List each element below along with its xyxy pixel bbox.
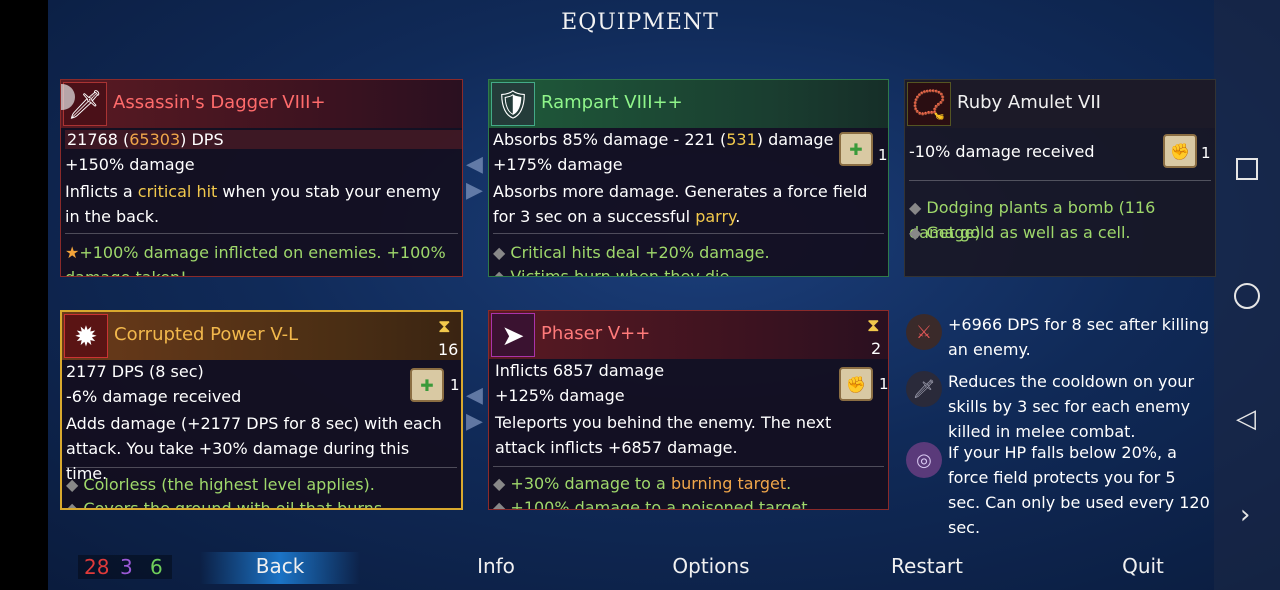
shield-affix-1: ◆ Critical hits deal +20% damage. <box>493 243 770 262</box>
home-icon[interactable] <box>1234 283 1260 309</box>
recent-apps-icon[interactable] <box>1236 158 1258 180</box>
mutation-text: If your HP falls below 20%, a force fiel… <box>948 443 1210 537</box>
skill-affix-2: ◆ +100% damage to a poisoned target. <box>493 498 813 510</box>
survival-scroll-icon: ✚ <box>839 132 873 166</box>
shield-name: Rampart VIII++ <box>541 92 683 113</box>
scroll-count: 1 <box>879 375 889 393</box>
scroll-counters: 28 3 6 <box>78 555 172 579</box>
options-button[interactable]: Options <box>656 554 766 578</box>
corrupted-power-icon: ✹ <box>64 314 108 358</box>
link-arrow-left-icon: ◀ <box>466 383 483 408</box>
skill-2-card[interactable]: ➤ Phaser V++ ⧗ 2 Inflicts 6857 damage +1… <box>488 310 889 510</box>
scroll-count: 1 <box>1201 144 1211 162</box>
info-button[interactable]: Info <box>446 554 546 578</box>
divider <box>65 233 458 234</box>
brutality-count: 28 <box>84 555 110 579</box>
shield-icon: 🛡 <box>491 82 535 126</box>
skill-name: Corrupted Power V-L <box>114 324 299 345</box>
quit-button[interactable]: Quit <box>1093 554 1193 578</box>
cooldown-count: 2 <box>871 339 882 358</box>
link-arrow-right-icon: ▶ <box>466 409 483 434</box>
tactics-count: 3 <box>120 555 133 579</box>
restart-button[interactable]: Restart <box>872 554 982 578</box>
phaser-icon: ➤ <box>491 313 535 357</box>
mutation-item[interactable]: 🗡 Reduces the cooldown on your skills by… <box>906 369 1210 441</box>
shield-absorb-stat: Absorbs 85% damage - 221 (531) damage <box>493 130 834 149</box>
divider <box>493 466 884 467</box>
skill-stat-2: -6% damage received <box>66 387 242 406</box>
shield-card[interactable]: 🛡 Rampart VIII++ Absorbs 85% damage - 22… <box>488 79 889 277</box>
divider <box>66 467 457 468</box>
skill-stat-1: Inflicts 6857 damage <box>495 361 665 380</box>
mutation-item[interactable]: ⚔ +6966 DPS for 8 sec after killing an e… <box>906 312 1210 364</box>
divider <box>909 180 1211 181</box>
skill-stat-1: 2177 DPS (8 sec) <box>66 362 204 381</box>
crossed-swords-icon: ⚔ <box>906 314 942 350</box>
skill-1-card[interactable]: ✹ Corrupted Power V-L ⧗ 16 2177 DPS (8 s… <box>60 310 463 510</box>
skill-affix-2: ◆ Covers the ground with oil that burns.… <box>66 499 398 510</box>
brutality-scroll-icon: ✊ <box>1163 134 1197 168</box>
skill-affix-1: ◆ +30% damage to a burning target. <box>493 474 792 493</box>
page-title: EQUIPMENT <box>561 10 719 35</box>
amulet-affix-2: ◆ Get gold as well as a cell. <box>909 223 1131 242</box>
shield-description: Absorbs more damage. Generates a force f… <box>493 182 868 226</box>
weapon-description: Inflicts a critical hit when you stab yo… <box>65 182 441 226</box>
mutation-text: Reduces the cooldown on your skills by 3… <box>948 372 1195 441</box>
skill-name: Phaser V++ <box>541 323 651 344</box>
shield-affix-2: ◆ Victims burn when they die. <box>493 267 735 277</box>
cooldown-hourglass-icon: ⧗ <box>438 316 451 337</box>
survival-scroll-icon: ✚ <box>410 368 444 402</box>
amulet-card[interactable]: 📿 Ruby Amulet VII -10% damage received ✊… <box>904 79 1216 277</box>
skill-stat-2: +125% damage <box>495 386 625 405</box>
scroll-count: 1 <box>878 146 888 164</box>
divider <box>493 233 884 234</box>
chevron-right-icon[interactable]: › <box>1240 500 1250 530</box>
dagger-icon: 🗡 <box>906 371 942 407</box>
star-icon: ★ <box>65 243 80 262</box>
left-black-bar <box>0 0 48 590</box>
brutality-scroll-icon: ✊ <box>839 367 873 401</box>
shield-bonus: +175% damage <box>493 155 623 174</box>
amulet-name: Ruby Amulet VII <box>957 92 1101 113</box>
link-arrow-right-icon: ▶ <box>466 178 483 203</box>
cooldown-count: 16 <box>438 340 459 359</box>
mutation-item[interactable]: ◎ If your HP falls below 20%, a force fi… <box>906 440 1210 537</box>
weapon-affix: ★+100% damage inflicted on enemies. +100… <box>65 243 446 276</box>
primary-weapon-card[interactable]: 🗡 Assassin's Dagger VIII+ 21768 (65303) … <box>60 79 463 277</box>
force-field-icon: ◎ <box>906 442 942 478</box>
weapon-dps: 21768 (65303) DPS <box>65 130 462 149</box>
amulet-stat: -10% damage received <box>909 142 1095 161</box>
scroll-count: 1 <box>450 376 460 394</box>
weapon-bonus: +150% damage <box>65 155 195 174</box>
mutation-text: +6966 DPS for 8 sec after killing an ene… <box>948 315 1210 359</box>
skill-affix-1: ◆ Colorless (the highest level applies). <box>66 475 375 494</box>
link-arrow-left-icon: ◀ <box>466 152 483 177</box>
back-triangle-icon[interactable]: ◁ <box>1236 404 1256 434</box>
skill-description: Teleports you behind the enemy. The next… <box>495 413 832 457</box>
survival-count: 6 <box>150 555 163 579</box>
amulet-icon: 📿 <box>907 82 951 126</box>
cooldown-hourglass-icon: ⧗ <box>867 315 880 336</box>
weapon-name: Assassin's Dagger VIII+ <box>113 92 326 113</box>
back-button[interactable]: Back <box>230 554 330 578</box>
